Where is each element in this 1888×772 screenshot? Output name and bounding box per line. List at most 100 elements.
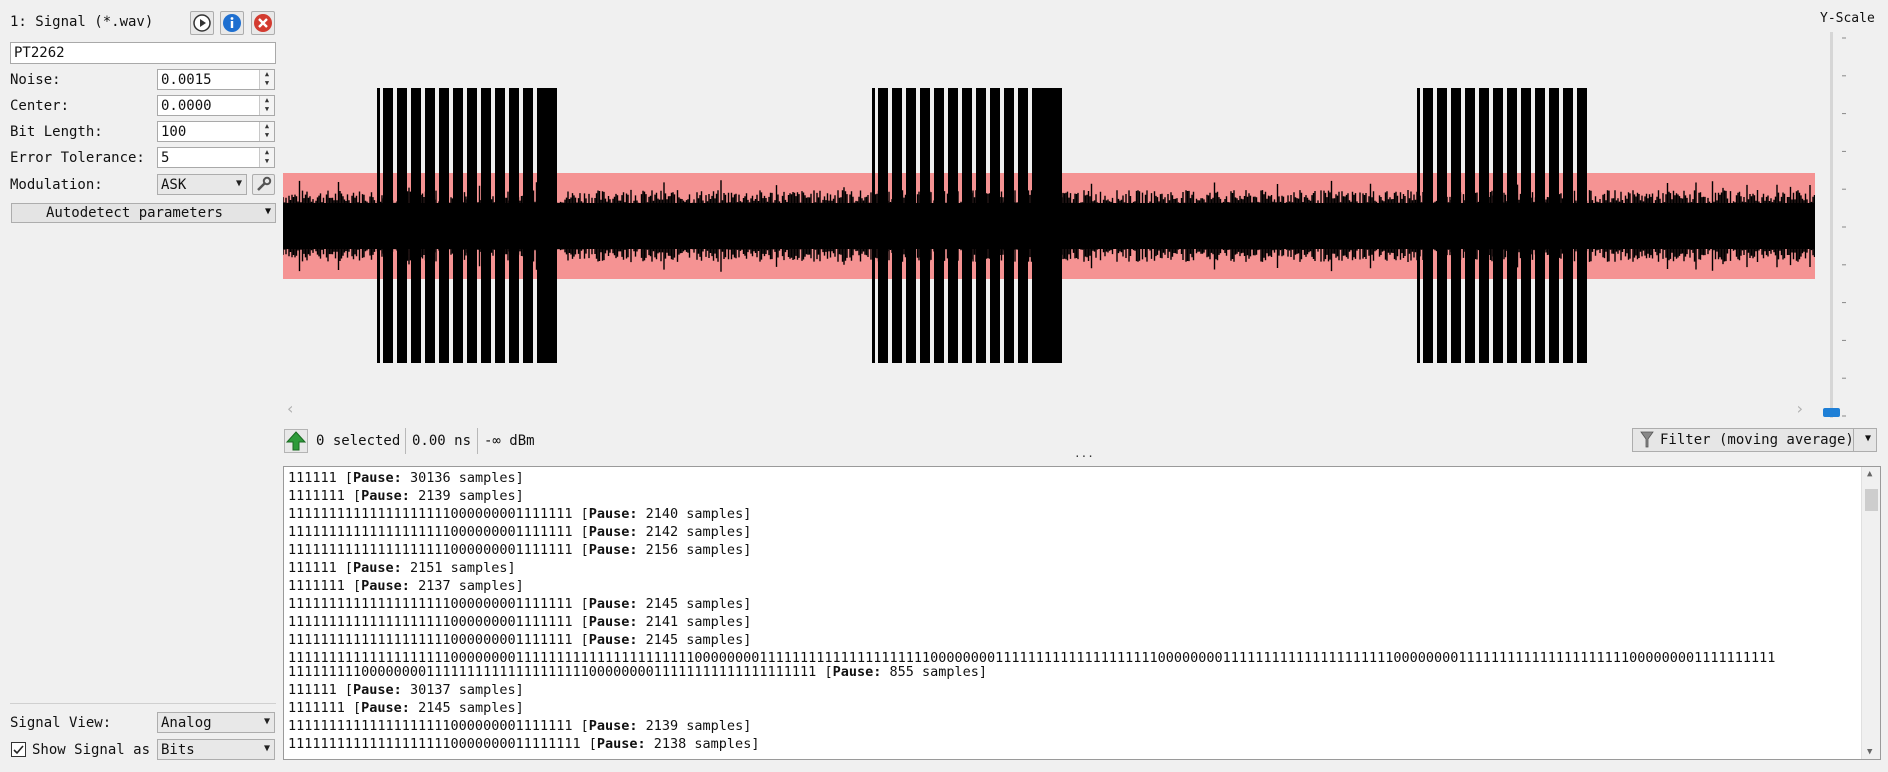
graph-horizontal-scrollbar[interactable]: ‹ › bbox=[283, 399, 1815, 418]
filter-label: Filter (moving average) bbox=[1660, 432, 1854, 448]
log-pause-label: Pause: bbox=[588, 596, 638, 612]
signal-pulse bbox=[509, 88, 519, 363]
bit-length-stepper-arrows[interactable]: ▲ ▼ bbox=[259, 122, 274, 141]
signal-pulse bbox=[453, 88, 463, 363]
signal-graph[interactable] bbox=[283, 60, 1815, 380]
filter-button[interactable]: Filter (moving average) ▼ bbox=[1632, 428, 1877, 452]
signal-name-field[interactable]: PT2262 bbox=[10, 42, 276, 64]
selected-count: 0 selected bbox=[316, 433, 401, 449]
log-bracket: [ bbox=[824, 664, 833, 680]
signal-view-dropdown[interactable]: Analog ▼ bbox=[157, 712, 275, 733]
log-vertical-scrollbar[interactable]: ▲ ▼ bbox=[1861, 467, 1880, 759]
chevron-left-icon[interactable]: ‹ bbox=[287, 399, 293, 418]
center-stepper-arrows[interactable]: ▲ ▼ bbox=[259, 96, 274, 115]
log-bits: 11111111111111111111000000001111111 bbox=[288, 596, 581, 612]
scroll-to-selection-button[interactable] bbox=[284, 429, 308, 453]
signal-pulse bbox=[948, 88, 958, 363]
signal-pulse bbox=[1451, 88, 1461, 363]
chevron-down-icon: ▼ bbox=[264, 206, 271, 217]
log-line: 11111111111111111111000000001111111 [Pau… bbox=[288, 523, 751, 541]
signal-pulse bbox=[1493, 88, 1503, 363]
autodetect-label: Autodetect parameters bbox=[45, 205, 223, 221]
signal-pulse bbox=[990, 88, 1000, 363]
show-signal-checkbox[interactable] bbox=[11, 742, 26, 757]
log-bracket: [ bbox=[353, 488, 362, 504]
error-tolerance-spinbox[interactable]: 5 ▲ ▼ bbox=[157, 147, 275, 168]
noise-label: Noise: bbox=[10, 72, 61, 88]
center-value: 0.0000 bbox=[161, 98, 212, 114]
signal-pulse bbox=[425, 88, 435, 363]
selection-duration: 0.00 ns bbox=[412, 433, 472, 449]
center-spinbox[interactable]: 0.0000 ▲ ▼ bbox=[157, 95, 275, 116]
show-signal-dropdown[interactable]: Bits ▼ bbox=[157, 739, 275, 760]
signal-pulse bbox=[439, 88, 449, 363]
log-line: 11111111111111111111000000001111111 [Pau… bbox=[288, 631, 751, 649]
signal-pulse bbox=[1535, 88, 1545, 363]
signal-pulse bbox=[1417, 88, 1420, 363]
signal-pulse bbox=[537, 88, 557, 363]
log-pause-label: Pause: bbox=[596, 736, 646, 752]
log-bracket: [ bbox=[580, 718, 589, 734]
signal-pulse bbox=[1437, 88, 1447, 363]
log-bits: 1111111110000000011111111111111111111000… bbox=[288, 664, 825, 680]
y-scale-slider-track[interactable] bbox=[1830, 32, 1833, 418]
signal-pulse bbox=[397, 88, 407, 363]
log-line: 111111 [Pause: 2151 samples] bbox=[288, 559, 516, 577]
signal-pulse bbox=[1032, 88, 1062, 363]
signal-pulse bbox=[523, 88, 533, 363]
log-pause-value: 2151 samples] bbox=[401, 560, 516, 576]
log-bits: 11111111111111111111000000001111111 bbox=[288, 506, 581, 522]
close-signal-button[interactable] bbox=[251, 11, 275, 35]
modulation-settings-button[interactable] bbox=[252, 174, 275, 195]
log-pause-value: 2141 samples] bbox=[637, 614, 752, 630]
y-scale-slider-handle[interactable] bbox=[1823, 408, 1840, 417]
log-bits: 111111 bbox=[288, 682, 345, 698]
autodetect-button[interactable]: Autodetect parameters ▼ bbox=[11, 203, 276, 223]
log-line: 111111111111111111110000000011111111 [Pa… bbox=[288, 735, 759, 753]
log-line: 111111 [Pause: 30136 samples] bbox=[288, 469, 524, 487]
signal-pulse bbox=[411, 88, 421, 363]
chevron-down-icon[interactable]: ▼ bbox=[1865, 433, 1871, 444]
log-bits: 1111111 bbox=[288, 700, 354, 716]
noise-stepper-arrows[interactable]: ▲ ▼ bbox=[259, 70, 274, 89]
log-pause-label: Pause: bbox=[361, 700, 410, 716]
log-line: 11111111111111111111000000001111111 [Pau… bbox=[288, 595, 751, 613]
log-pause-label: Pause: bbox=[588, 542, 638, 558]
signal-pulse bbox=[906, 88, 916, 363]
play-button[interactable] bbox=[190, 11, 214, 35]
chevron-up-icon[interactable]: ▲ bbox=[1867, 469, 1872, 479]
info-button[interactable] bbox=[220, 11, 244, 35]
play-icon bbox=[193, 14, 211, 32]
demodulated-bits-view[interactable]: 111111 [Pause: 30136 samples] 1111111 [Pa… bbox=[283, 466, 1881, 760]
signal-pulse bbox=[878, 88, 888, 363]
log-pause-value: 2145 samples] bbox=[637, 596, 752, 612]
chevron-down-icon: ▼ bbox=[263, 716, 270, 727]
chevron-down-icon[interactable]: ▼ bbox=[1867, 747, 1872, 757]
log-bits: 11111111111111111111000000001111111 bbox=[288, 542, 581, 558]
signal-pulse bbox=[920, 88, 930, 363]
signal-pulse bbox=[495, 88, 505, 363]
error-tolerance-label: Error Tolerance: bbox=[10, 150, 145, 166]
log-bits: 1111111 bbox=[288, 578, 354, 594]
log-line: 1111111 [Pause: 2145 samples] bbox=[288, 699, 524, 717]
log-line: 11111111111111111111000000001111111 [Pau… bbox=[288, 541, 751, 559]
error-tolerance-stepper-arrows[interactable]: ▲ ▼ bbox=[259, 148, 274, 167]
noise-spinbox[interactable]: 0.0015 ▲ ▼ bbox=[157, 69, 275, 90]
signal-pulse bbox=[962, 88, 972, 363]
modulation-dropdown[interactable]: ASK ▼ bbox=[157, 174, 247, 195]
log-bits: 111111111111111111110000000011111111 bbox=[288, 736, 589, 752]
log-bracket: [ bbox=[580, 524, 589, 540]
log-line: 1111111 [Pause: 2137 samples] bbox=[288, 577, 524, 595]
y-scale-label: Y-Scale bbox=[1820, 11, 1875, 26]
splitter-handle[interactable]: ... bbox=[1074, 447, 1094, 460]
signal-pulse bbox=[934, 88, 944, 363]
log-pause-label: Pause: bbox=[353, 682, 402, 698]
signal-view-value: Analog bbox=[161, 715, 212, 731]
log-scrollbar-thumb[interactable] bbox=[1865, 489, 1878, 511]
chevron-right-icon[interactable]: › bbox=[1797, 399, 1803, 418]
log-line: 111111 [Pause: 30137 samples] bbox=[288, 681, 524, 699]
log-pause-label: Pause: bbox=[588, 614, 638, 630]
chevron-down-icon: ▼ bbox=[235, 178, 242, 189]
signal-pulse bbox=[1577, 88, 1587, 363]
bit-length-spinbox[interactable]: 100 ▲ ▼ bbox=[157, 121, 275, 142]
